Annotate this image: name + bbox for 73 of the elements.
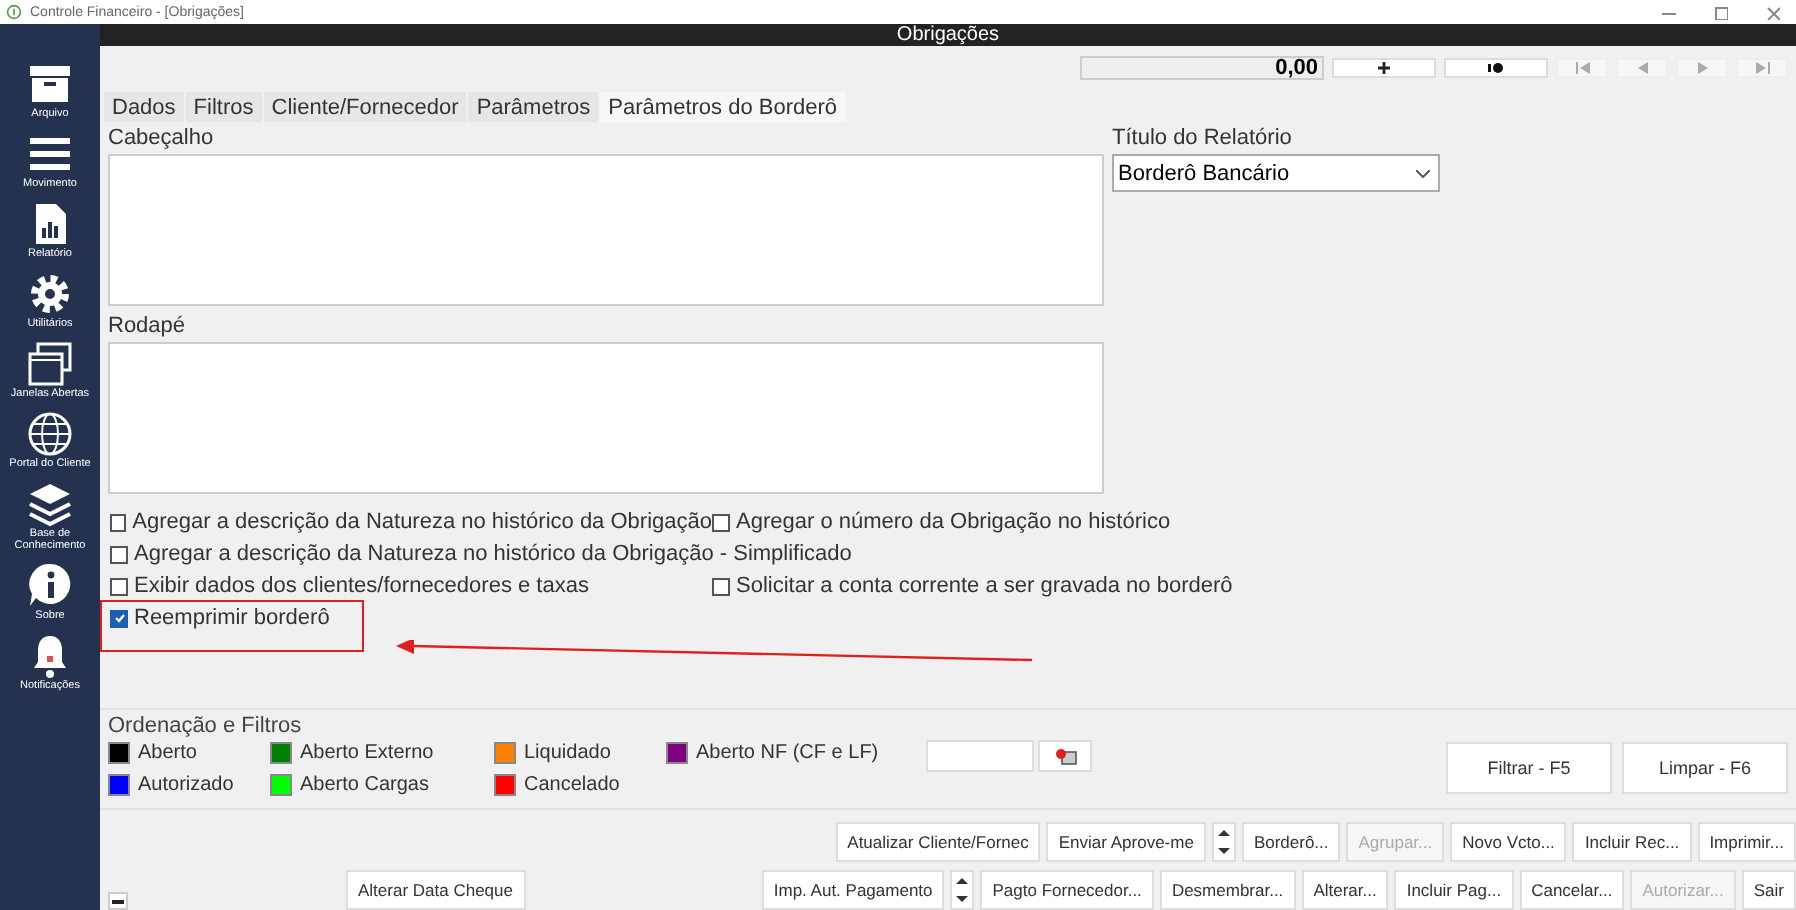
section-title: Ordenação e Filtros bbox=[108, 714, 304, 741]
globe-icon bbox=[26, 410, 74, 459]
checkbox-option[interactable]: Agregar a descrição da Natureza no histórico da Obrigação - Simplificado bbox=[110, 538, 1796, 571]
legend-label: Aberto NF (CF e LF) bbox=[696, 741, 879, 764]
checkbox[interactable] bbox=[110, 577, 128, 596]
checkbox-option[interactable]: Agregar a descrição da Natureza no histórico da Obrigação bbox=[110, 506, 712, 539]
checkbox-option[interactable]: Exibir dados dos clientes/fornecedores e taxas bbox=[110, 570, 712, 603]
info-icon bbox=[26, 562, 74, 611]
tab[interactable]: Filtros bbox=[185, 92, 262, 123]
action-button[interactable]: Sair bbox=[1741, 870, 1796, 910]
clear-button[interactable]: Limpar - F6 bbox=[1622, 742, 1788, 795]
field-label: Cabeçalho bbox=[108, 124, 216, 155]
windows-icon bbox=[26, 340, 74, 389]
settings-icon bbox=[26, 270, 74, 319]
action-button[interactable]: Alterar Data Cheque bbox=[346, 870, 525, 910]
checkbox-option[interactable]: Reemprimir borderô bbox=[110, 602, 330, 635]
spin-button[interactable] bbox=[950, 870, 975, 910]
action-button[interactable]: Incluir Rec... bbox=[1572, 822, 1692, 863]
action-button[interactable]: Alterar... bbox=[1301, 870, 1389, 910]
header-title: Obrigações bbox=[896, 24, 1000, 47]
action-button[interactable]: Cancelar... bbox=[1519, 870, 1625, 910]
app-icon bbox=[6, 4, 22, 20]
total-field: 0,00 bbox=[1080, 55, 1324, 80]
action-button[interactable]: Enviar Aprove-me bbox=[1046, 822, 1206, 863]
paste-icon bbox=[1053, 747, 1077, 766]
checkbox[interactable] bbox=[110, 513, 127, 532]
tab[interactable]: Dados bbox=[104, 92, 184, 123]
filter-input[interactable] bbox=[926, 740, 1034, 773]
report-title-dropdown[interactable]: Borderô Bancário bbox=[1112, 154, 1440, 193]
first-icon bbox=[1575, 61, 1589, 74]
previous-icon bbox=[1637, 61, 1647, 74]
checkbox[interactable] bbox=[110, 545, 128, 564]
record-icon bbox=[1488, 61, 1504, 74]
up-down-arrows-icon bbox=[956, 876, 969, 905]
action-button[interactable]: Pagto Fornecedor... bbox=[980, 870, 1154, 910]
paste-button[interactable] bbox=[1038, 740, 1092, 773]
action-button[interactable]: Incluir Pag... bbox=[1394, 870, 1514, 910]
layers-icon bbox=[26, 480, 74, 529]
legend-label: Aberto bbox=[138, 741, 197, 764]
checkbox-option[interactable]: Solicitar a conta corrente a ser gravada no borderô bbox=[712, 570, 1796, 603]
checkbox[interactable] bbox=[712, 513, 730, 532]
action-button[interactable]: Borderô... bbox=[1241, 822, 1341, 863]
field-label: Título do Relatório bbox=[1112, 124, 1294, 155]
action-button[interactable]: Imprimir... bbox=[1697, 822, 1796, 863]
legend-label: Cancelado bbox=[524, 773, 620, 796]
checkbox[interactable] bbox=[712, 577, 730, 596]
action-button[interactable]: Atualizar Cliente/Fornec bbox=[835, 822, 1041, 863]
archive-box-icon bbox=[26, 60, 74, 108]
up-down-arrows-icon bbox=[1217, 828, 1230, 857]
chevron-down-icon bbox=[1416, 169, 1430, 178]
maximize-icon[interactable] bbox=[1712, 4, 1728, 20]
checkbox-option[interactable]: Agregar o número da Obrigação no histórico bbox=[712, 506, 1796, 539]
field-label: Rodapé bbox=[108, 312, 188, 343]
checkbox[interactable] bbox=[110, 609, 128, 628]
filter-button[interactable]: Filtrar - F5 bbox=[1446, 742, 1612, 795]
action-button[interactable]: Desmembrar... bbox=[1159, 870, 1296, 910]
last-icon bbox=[1755, 61, 1769, 74]
action-button[interactable]: Imp. Aut. Pagamento bbox=[761, 870, 945, 910]
minus-icon bbox=[112, 899, 124, 904]
toolbar-button[interactable] bbox=[1332, 57, 1436, 78]
action-button[interactable]: Novo Vcto... bbox=[1450, 822, 1567, 863]
legend-label: Aberto Cargas bbox=[300, 773, 429, 796]
toolbar-button[interactable] bbox=[1444, 57, 1548, 78]
close-icon[interactable] bbox=[1764, 4, 1780, 20]
tab[interactable]: Parâmetros bbox=[468, 92, 599, 123]
legend-label: Liquidado bbox=[524, 741, 611, 764]
tab[interactable]: Parâmetros do Borderô bbox=[600, 92, 846, 123]
tab[interactable]: Cliente/Fornecedor bbox=[263, 92, 467, 123]
next-icon bbox=[1697, 61, 1707, 74]
legend-label: Aberto Externo bbox=[300, 741, 434, 764]
spin-button[interactable] bbox=[1211, 822, 1236, 863]
legend-label: Autorizado bbox=[138, 773, 234, 796]
collapse-button[interactable] bbox=[108, 892, 128, 910]
